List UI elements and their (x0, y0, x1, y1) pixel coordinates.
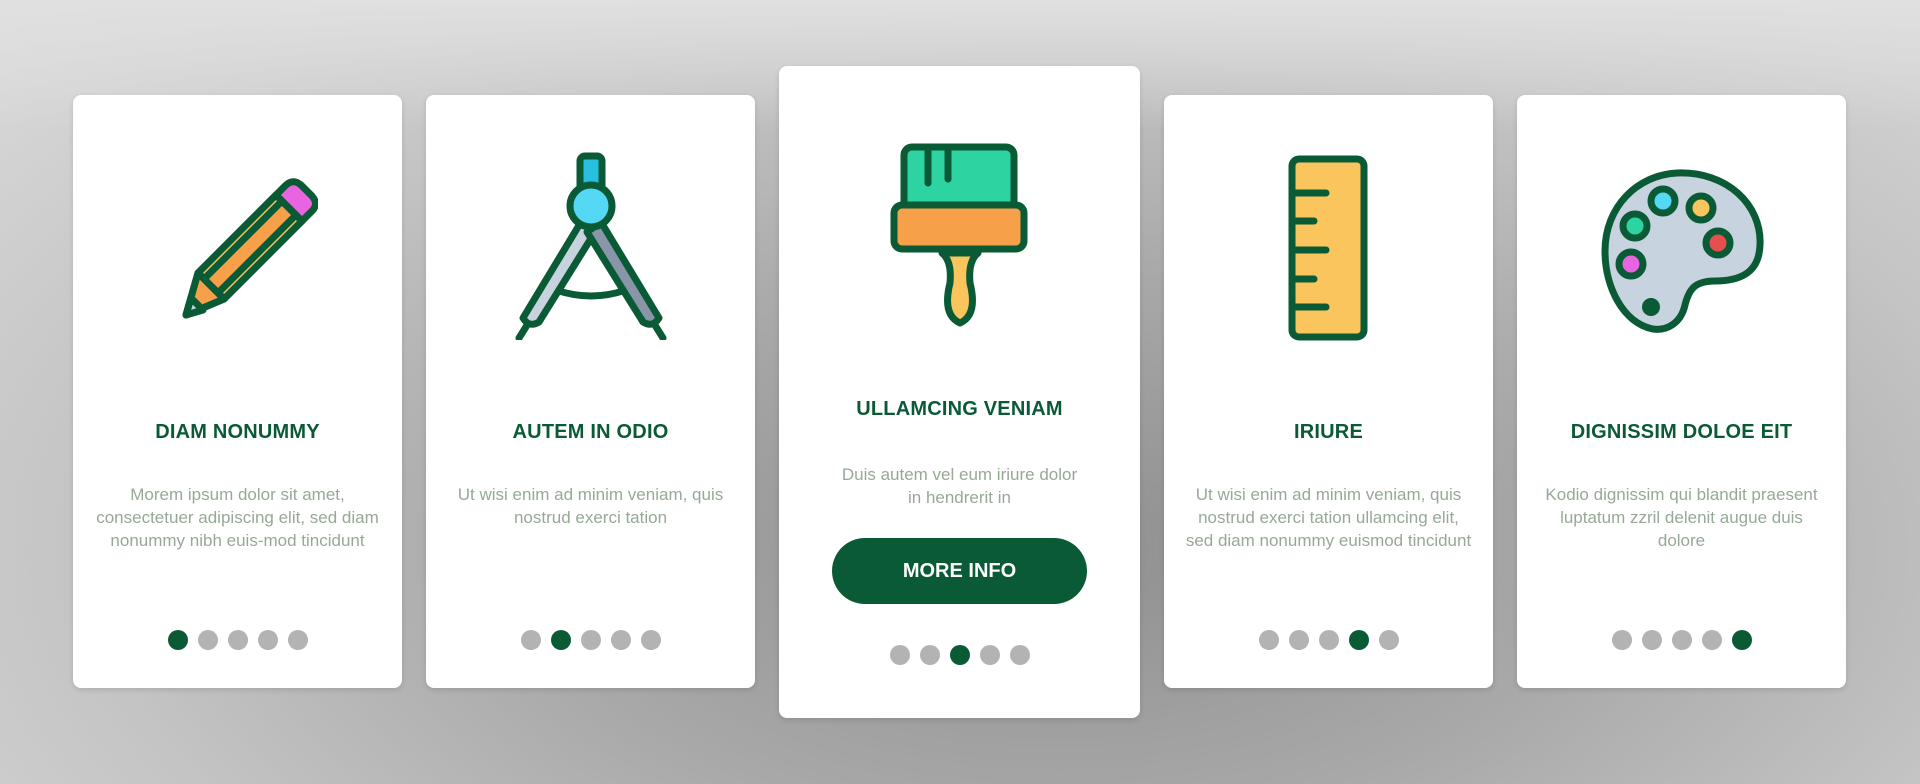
page-dot-1[interactable] (889, 645, 910, 665)
card-description: Kodio dignissim qui blandit praesent lup… (1545, 485, 1818, 550)
onboarding-card-1: DIAM NONUMMY Morem ipsum dolor sit amet,… (73, 95, 402, 688)
page-dot-1[interactable] (1258, 630, 1279, 650)
onboarding-card-4: IRIURE Ut wisi enim ad minim veniam, qui… (1164, 95, 1493, 688)
page-dot-3[interactable] (227, 630, 248, 650)
page-dot-2[interactable] (550, 630, 571, 650)
onboarding-card-5: DIGNISSIM DOLOE EIT Kodio dignissim qui … (1517, 95, 1846, 688)
card-description: Morem ipsum dolor sit amet, consectetuer… (96, 485, 379, 550)
pagination-dots (73, 630, 402, 650)
pencil-icon (182, 178, 318, 319)
ruler-icon (1288, 155, 1367, 341)
card-title: IRIURE (1294, 421, 1363, 443)
page-dot-2[interactable] (1641, 630, 1662, 650)
card-title: AUTEM IN ODIO (512, 421, 669, 443)
page-dot-5[interactable] (1378, 630, 1399, 650)
page-dot-5[interactable] (287, 630, 308, 650)
page-dot-4[interactable] (610, 630, 631, 650)
page-dot-5[interactable] (640, 630, 661, 650)
page-dot-4[interactable] (1701, 630, 1722, 650)
page-dot-5[interactable] (1009, 645, 1030, 665)
page-dot-2[interactable] (919, 645, 940, 665)
page-dot-2[interactable] (1288, 630, 1309, 650)
page-dot-2[interactable] (197, 630, 218, 650)
pagination-dots (426, 630, 755, 650)
pagination-dots (1164, 630, 1493, 650)
card-title: DIAM NONUMMY (155, 421, 320, 443)
paint-brush-icon (890, 143, 1027, 327)
card-title: ULLAMCING VENIAM (856, 398, 1063, 420)
palette-icon (1600, 169, 1764, 333)
page-dot-1[interactable] (520, 630, 541, 650)
page-dot-4[interactable] (1348, 630, 1369, 650)
page-dot-3[interactable] (1318, 630, 1339, 650)
onboarding-card-3: ULLAMCING VENIAM Duis autem vel eum iriu… (779, 66, 1140, 718)
pagination-dots (779, 645, 1140, 665)
page-dot-5[interactable] (1731, 630, 1752, 650)
onboarding-card-2: AUTEM IN ODIO Ut wisi enim ad minim veni… (426, 95, 755, 688)
page-dot-3[interactable] (949, 645, 970, 665)
card-description: Ut wisi enim ad minim veniam, quis nostr… (457, 485, 724, 527)
page-dot-3[interactable] (1671, 630, 1692, 650)
card-description: Ut wisi enim ad minim veniam, quis nostr… (1185, 485, 1472, 550)
page-dot-4[interactable] (257, 630, 278, 650)
page-dot-1[interactable] (167, 630, 188, 650)
card-description: Duis autem vel eum iriure dolor in hendr… (841, 465, 1078, 507)
page-dot-4[interactable] (979, 645, 1000, 665)
pagination-dots (1517, 630, 1846, 650)
page-dot-3[interactable] (580, 630, 601, 650)
page-dot-1[interactable] (1611, 630, 1632, 650)
card-title: DIGNISSIM DOLOE EIT (1570, 421, 1793, 443)
compass-icon (515, 152, 666, 340)
more-info-button[interactable]: MORE INFO (832, 538, 1087, 604)
